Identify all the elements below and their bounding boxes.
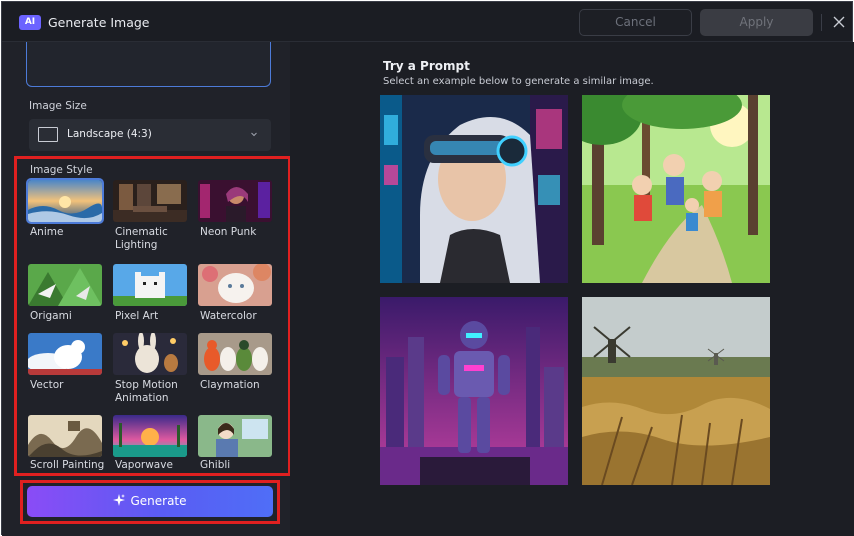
style-tile-vaporwave[interactable]: Vaporwave <box>113 415 187 487</box>
style-tile-stop-motion-animation[interactable]: Stop Motion Animation <box>113 333 187 405</box>
style-label: Vector <box>30 379 64 391</box>
style-tile-neon-punk[interactable]: Neon Punk <box>198 180 272 252</box>
ghibli-thumbnail <box>198 415 272 457</box>
example-image-windmill-field[interactable] <box>582 297 770 485</box>
chevron-down-icon <box>251 132 257 137</box>
try-prompt-subtitle: Select an example below to generate a si… <box>383 76 654 87</box>
style-tile-watercolor[interactable]: Watercolor <box>198 264 272 336</box>
try-prompt-title: Try a Prompt <box>383 59 470 73</box>
ai-logo-icon: AI <box>19 15 41 30</box>
prompt-examples-panel: Try a Prompt Select an example below to … <box>290 42 854 536</box>
close-icon[interactable] <box>829 12 849 32</box>
style-tile-origami[interactable]: Origami <box>28 264 102 336</box>
style-label: Scroll Painting <box>30 459 105 471</box>
apply-button[interactable]: Apply <box>700 9 813 36</box>
image-size-label: Image Size <box>29 100 87 112</box>
origami-thumbnail <box>28 264 102 306</box>
pixel-art-thumbnail <box>113 264 187 306</box>
generate-button[interactable]: Generate <box>27 486 273 517</box>
style-tile-vector[interactable]: Vector <box>28 333 102 405</box>
generate-image-dialog: AI Generate Image Cancel Apply Image Siz… <box>1 1 854 536</box>
image-size-value: Landscape (4:3) <box>67 128 152 140</box>
vaporwave-thumbnail <box>113 415 187 457</box>
style-label: Origami <box>30 310 72 322</box>
anime-style-thumbnail <box>26 178 104 224</box>
style-label: Ghibli <box>200 459 231 471</box>
stop-motion-animation-thumbnail <box>113 333 187 375</box>
generate-label: Generate <box>130 494 187 508</box>
style-label: Vaporwave <box>115 459 173 471</box>
dialog-title: Generate Image <box>48 15 150 30</box>
style-label: Stop Motion Animation <box>115 379 178 404</box>
scroll-painting-thumbnail <box>28 415 102 457</box>
style-tile-pixel-art[interactable]: Pixel Art <box>113 264 187 336</box>
style-tile-scroll-painting[interactable]: Scroll Painting <box>28 415 104 487</box>
title-bar: AI Generate Image Cancel Apply <box>2 2 852 42</box>
style-label: Pixel Art <box>115 310 159 322</box>
style-tile-cinematic-lighting[interactable]: Cinematic Lighting <box>113 180 187 252</box>
settings-panel: Image Size Landscape (4:3) Image Style A… <box>2 42 291 536</box>
style-tile-ghibli[interactable]: Ghibli <box>198 415 272 487</box>
cinematic-lighting-thumbnail <box>113 180 187 222</box>
example-image-kids-forest[interactable] <box>582 95 770 283</box>
neon-punk-thumbnail <box>198 180 272 222</box>
style-label: Cinematic Lighting <box>115 226 168 251</box>
landscape-ratio-icon <box>38 127 58 142</box>
claymation-thumbnail <box>198 333 272 375</box>
style-label: Neon Punk <box>200 226 257 238</box>
divider <box>821 14 822 31</box>
vector-thumbnail <box>28 333 102 375</box>
example-image-cyberpunk[interactable] <box>380 95 568 283</box>
prompt-input[interactable] <box>26 42 271 87</box>
style-scrollbar[interactable] <box>282 160 286 472</box>
sparkle-icon <box>113 494 126 506</box>
example-image-robot-city[interactable] <box>380 297 568 485</box>
style-label: Watercolor <box>200 310 257 322</box>
style-label: Claymation <box>200 379 260 391</box>
watercolor-thumbnail <box>198 264 272 306</box>
style-tile-claymation[interactable]: Claymation <box>198 333 272 405</box>
image-style-label: Image Style <box>30 164 93 176</box>
cancel-button[interactable]: Cancel <box>579 9 692 36</box>
image-size-select[interactable]: Landscape (4:3) <box>29 119 271 151</box>
style-label: Anime <box>30 226 64 238</box>
style-tile-anime[interactable]: Anime <box>26 178 104 252</box>
